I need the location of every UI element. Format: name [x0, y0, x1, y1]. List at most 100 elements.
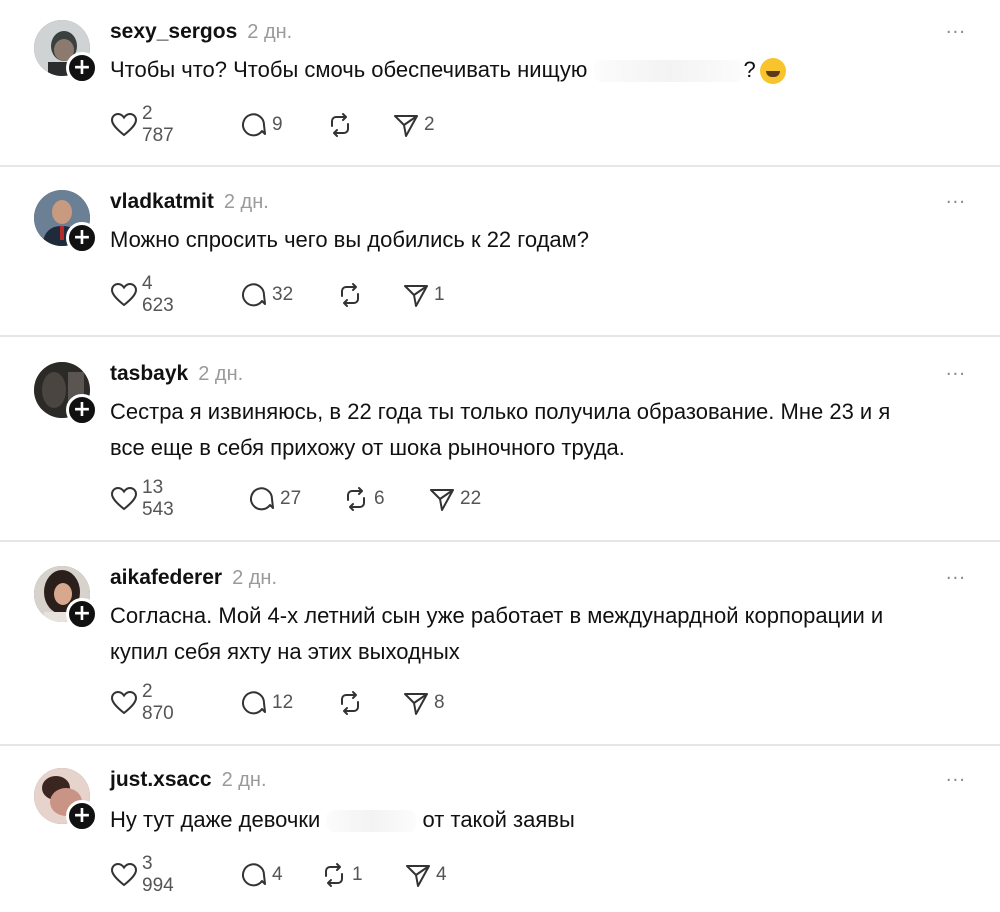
blurred-text	[593, 60, 744, 83]
send-icon	[404, 285, 428, 307]
comment-icon	[242, 691, 266, 715]
repost-icon	[325, 863, 343, 887]
follow-plus-icon[interactable]: +	[66, 222, 98, 254]
post-text: Сестра я извиняюсь, в 22 года ты только …	[110, 394, 970, 466]
heart-icon	[110, 690, 138, 715]
repost-icon	[341, 283, 359, 307]
repost-button[interactable]	[336, 688, 368, 718]
follow-plus-icon[interactable]: +	[66, 800, 98, 832]
post-time: 2 дн.	[247, 21, 293, 43]
reply-button[interactable]: 12	[240, 688, 293, 718]
reply-button[interactable]: 4	[240, 860, 283, 890]
post-text-part: Ну тут даже девочки	[110, 807, 321, 832]
comment-icon	[242, 283, 266, 307]
post-text-line: все еще в себя прихожу от шока рыночного…	[110, 435, 625, 460]
laughing-emoji-icon	[759, 58, 786, 85]
reply-count: 4	[272, 864, 283, 885]
share-button[interactable]: 1	[402, 280, 445, 310]
heart-icon	[110, 486, 138, 511]
share-button[interactable]: 4	[404, 860, 447, 890]
comment-icon	[250, 487, 274, 511]
like-count: 2 870	[142, 681, 174, 724]
like-button[interactable]: 2 787	[110, 103, 174, 146]
send-icon	[394, 115, 418, 137]
more-options-icon[interactable]: ···	[946, 22, 966, 43]
follow-plus-icon[interactable]: +	[66, 598, 98, 630]
share-button[interactable]: 22	[428, 484, 481, 514]
repost-button[interactable]	[336, 280, 368, 310]
avatar[interactable]: +	[34, 190, 98, 254]
avatar[interactable]: +	[34, 768, 98, 832]
send-icon	[406, 865, 430, 887]
repost-button[interactable]	[326, 110, 358, 140]
divider	[0, 540, 1000, 542]
more-options-icon[interactable]: ···	[946, 364, 966, 385]
like-button[interactable]: 2 870	[110, 681, 174, 724]
like-button[interactable]: 4 623	[110, 273, 174, 316]
reply-button[interactable]: 27	[248, 484, 301, 514]
divider	[0, 335, 1000, 337]
avatar[interactable]: +	[34, 362, 98, 426]
share-button[interactable]: 8	[402, 688, 445, 718]
username-text[interactable]: aikafederer	[110, 566, 222, 589]
avatar[interactable]: +	[34, 566, 98, 630]
more-options-icon[interactable]: ···	[946, 192, 966, 213]
post-text: Чтобы что? Чтобы смочь обеспечивать нищу…	[110, 52, 970, 88]
follow-plus-icon[interactable]: +	[66, 394, 98, 426]
heart-icon	[110, 282, 138, 307]
repost-button[interactable]: 1	[320, 860, 363, 890]
follow-plus-icon[interactable]: +	[66, 52, 98, 84]
post-text-part: Чтобы что? Чтобы смочь обеспечивать нищу…	[110, 57, 588, 82]
like-count: 13 543	[142, 477, 174, 520]
username-text[interactable]: vladkatmit	[110, 190, 214, 213]
post-text-line: купил себя яхту на этих выходных	[110, 639, 460, 664]
reply-count: 12	[272, 692, 294, 713]
like-count: 4 623	[142, 273, 174, 316]
post-time: 2 дн.	[221, 769, 267, 791]
like-button[interactable]: 3 994	[110, 853, 174, 896]
divider	[0, 744, 1000, 746]
divider	[0, 165, 1000, 167]
blurred-text	[326, 810, 417, 833]
post-text: Ну тут даже девочки от такой заявы	[110, 802, 970, 838]
share-count: 4	[436, 864, 447, 885]
like-count: 2 787	[142, 103, 174, 146]
comment-icon	[242, 113, 266, 137]
post-text: Можно спросить чего вы добились к 22 год…	[110, 227, 590, 252]
repost-count: 6	[374, 488, 385, 509]
reply-count: 9	[272, 114, 283, 135]
heart-icon	[110, 862, 138, 887]
username[interactable]: just.xsacc 2 дн.	[110, 768, 267, 792]
reply-count: 32	[272, 284, 294, 305]
more-options-icon[interactable]: ···	[946, 568, 966, 589]
username[interactable]: tasbayk 2 дн.	[110, 362, 243, 386]
share-count: 2	[424, 114, 435, 135]
like-button[interactable]: 13 543	[110, 477, 174, 520]
username[interactable]: aikafederer 2 дн.	[110, 566, 277, 590]
reply-button[interactable]: 9	[240, 110, 283, 140]
heart-icon	[110, 112, 138, 137]
reply-count: 27	[280, 488, 302, 509]
send-icon	[430, 489, 454, 511]
comment-icon	[242, 863, 266, 887]
share-count: 22	[460, 488, 482, 509]
share-button[interactable]: 2	[392, 110, 435, 140]
post-text-line: Согласна. Мой 4-х летний сын уже работае…	[110, 603, 884, 628]
username-text[interactable]: just.xsacc	[110, 768, 212, 791]
avatar[interactable]: +	[34, 20, 98, 84]
post-time: 2 дн.	[232, 567, 278, 589]
share-count: 8	[434, 692, 445, 713]
reply-button[interactable]: 32	[240, 280, 293, 310]
post-time: 2 дн.	[223, 191, 269, 213]
send-icon	[404, 693, 428, 715]
username[interactable]: vladkatmit 2 дн.	[110, 190, 269, 214]
repost-icon	[331, 113, 349, 137]
repost-icon	[341, 691, 359, 715]
post-text-line: Сестра я извиняюсь, в 22 года ты только …	[110, 399, 891, 424]
username-text[interactable]: sexy_sergos	[110, 20, 237, 43]
post-text-part: от такой заявы	[422, 807, 575, 832]
username[interactable]: sexy_sergos 2 дн.	[110, 20, 292, 44]
more-options-icon[interactable]: ···	[946, 770, 966, 791]
username-text[interactable]: tasbayk	[110, 362, 188, 385]
repost-button[interactable]: 6	[342, 484, 385, 514]
